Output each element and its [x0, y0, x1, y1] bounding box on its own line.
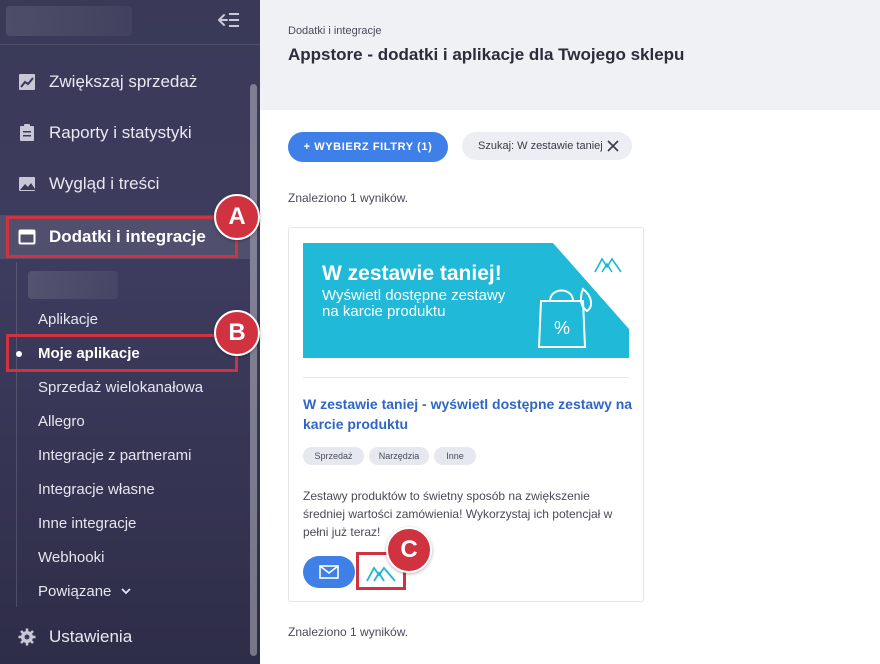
submenu-item-allegro[interactable]: Allegro [38, 409, 85, 433]
callout-marker-b: B [214, 310, 260, 356]
submenu-item-label: Powiązane [38, 582, 112, 600]
chevron-down-icon [121, 588, 132, 595]
sidebar-item-settings[interactable]: Ustawienia [0, 615, 250, 659]
callout-marker-c: C [386, 527, 432, 573]
sidebar-item-reports[interactable]: Raporty i statystyki [0, 111, 250, 155]
close-icon[interactable] [607, 140, 619, 152]
clipboard-icon [20, 124, 34, 141]
image-icon [19, 177, 35, 191]
submenu-guide-line [16, 262, 17, 607]
breadcrumb[interactable]: Dodatki i integracje [288, 25, 382, 37]
gear-icon [18, 628, 36, 646]
page-title: Appstore - dodatki i aplikacje dla Twoje… [288, 45, 685, 64]
app-description: Zestawy produktów to świetny sposób na z… [303, 489, 613, 539]
callout-marker-a: A [214, 194, 260, 240]
sidebar-item-label: Ustawienia [49, 627, 133, 646]
results-count: Znaleziono 1 wyników. [288, 191, 409, 205]
submenu-item-related[interactable]: Powiązane [38, 579, 132, 603]
choose-filters-button[interactable]: + WYBIERZ FILTRY (1) [288, 132, 448, 162]
submenu-item-partner-integrations[interactable]: Integracje z partnerami [38, 443, 191, 467]
sidebar-divider [0, 44, 260, 45]
sidebar-header [0, 0, 260, 44]
envelope-icon [319, 565, 339, 579]
svg-text:%: % [554, 318, 570, 338]
tag-other: Inne [434, 447, 476, 465]
shop-logo [6, 6, 132, 36]
search-chip-label: Szukaj: W zestawie taniej [478, 140, 603, 152]
sidebar-item-label: Raporty i statystyki [49, 123, 192, 142]
banner-subtext: Wyświetl dostępne zestawy na karcie prod… [322, 287, 506, 320]
chart-icon [19, 74, 35, 90]
submenu-item-apps[interactable]: Aplikacje [38, 307, 98, 331]
submenu-item-other-integrations[interactable]: Inne integracje [38, 511, 136, 535]
card-divider [303, 377, 629, 378]
submenu-item-webhooks[interactable]: Webhooki [38, 545, 104, 569]
collapse-menu-icon[interactable] [217, 10, 241, 30]
app-title-link[interactable]: W zestawie taniej - wyświetl dostępne ze… [303, 394, 633, 434]
sidebar-item-label: Wygląd i treści [49, 174, 160, 193]
results-count-bottom: Znaleziono 1 wyników. [288, 625, 409, 639]
sidebar-scrollbar[interactable] [250, 84, 257, 656]
tag-tools: Narzędzia [369, 447, 429, 465]
banner-headline: W zestawie taniej! [322, 262, 502, 285]
submenu-blurred-item [28, 271, 118, 299]
submenu-item-multichannel[interactable]: Sprzedaż wielokanałowa [38, 375, 203, 399]
contact-mail-button[interactable] [303, 556, 355, 588]
sidebar-item-sales[interactable]: Zwiększaj sprzedaż [0, 60, 250, 104]
highlight-box-b [6, 334, 238, 372]
submenu-item-own-integrations[interactable]: Integracje własne [38, 477, 155, 501]
sidebar-item-appearance[interactable]: Wygląd i treści [0, 162, 250, 206]
sidebar-item-label: Zwiększaj sprzedaż [49, 72, 198, 91]
highlight-box-a [6, 216, 238, 258]
search-filter-chip[interactable]: Szukaj: W zestawie taniej [462, 132, 632, 160]
tag-sales: Sprzedaż [303, 447, 364, 465]
